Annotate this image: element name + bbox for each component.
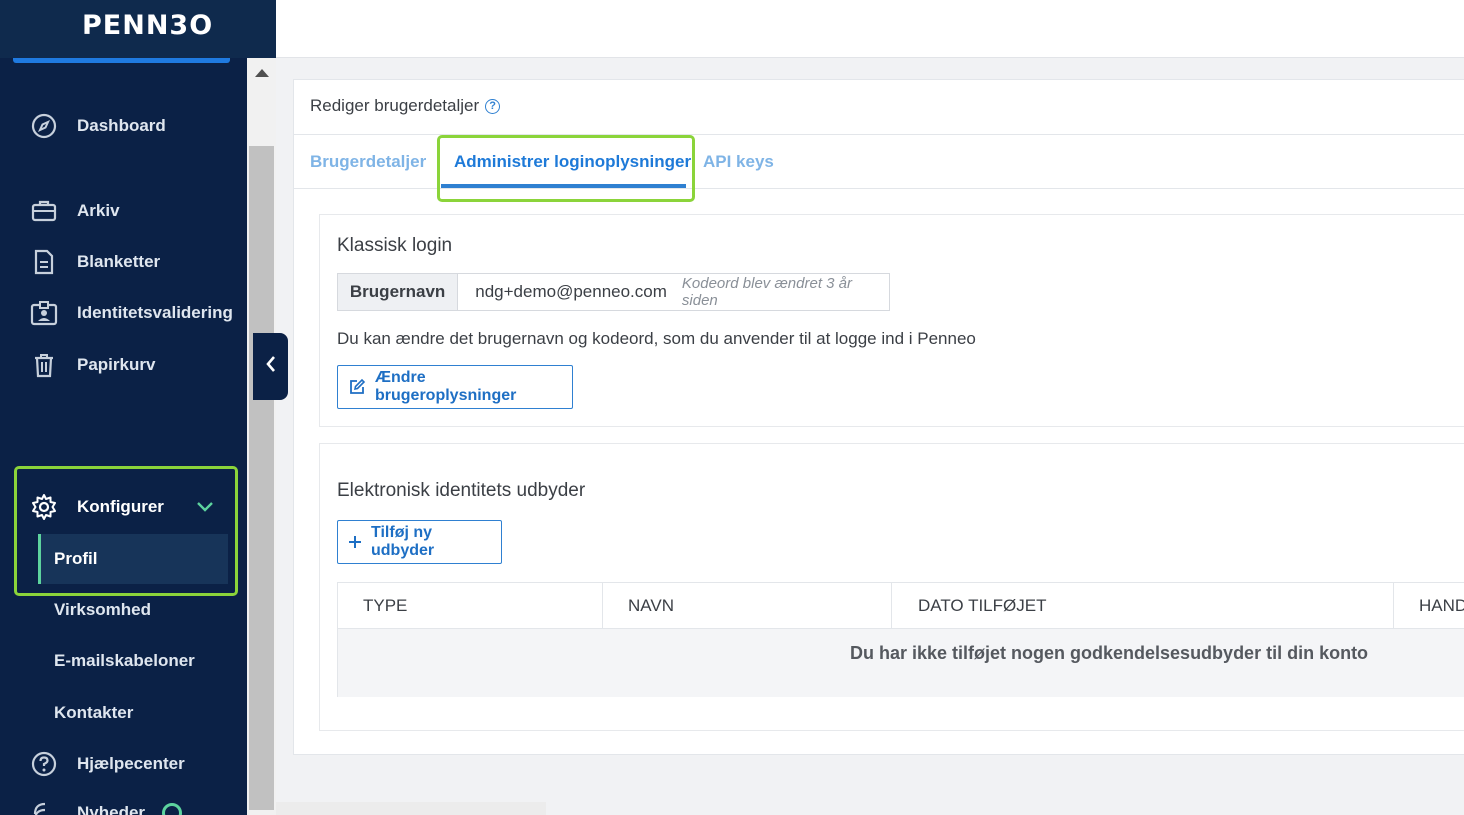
column-divider bbox=[1393, 583, 1394, 629]
tab-brugerdetaljer[interactable]: Brugerdetaljer bbox=[310, 152, 426, 172]
sidebar-subitem-label: E-mailskabeloner bbox=[54, 651, 195, 670]
column-divider bbox=[602, 583, 603, 629]
notification-dot-icon bbox=[162, 803, 182, 815]
password-changed-hint: Kodeord blev ændret 3 år siden bbox=[681, 275, 852, 309]
column-header-navn[interactable]: NAVN bbox=[628, 583, 674, 629]
sidebar-item-label: Dashboard bbox=[77, 116, 166, 135]
eid-provider-panel: Elektronisk identitets udbyder Tilføj ny… bbox=[319, 443, 1464, 731]
sidebar-item-blanketter[interactable]: Blanketter bbox=[0, 242, 247, 282]
logo-bar: PENN3O bbox=[0, 0, 276, 58]
sidebar-item-label: Blanketter bbox=[77, 252, 161, 271]
sidebar-subitem-label: Kontakter bbox=[54, 703, 134, 722]
tab-api-keys[interactable]: API keys bbox=[703, 152, 774, 172]
user-details-card: Rediger brugerdetaljer ? Brugerdetaljer … bbox=[293, 79, 1464, 755]
sidebar-item-dashboard[interactable]: Dashboard bbox=[0, 106, 247, 146]
sidebar-subitem-emailskabeloner[interactable]: E-mailskabeloner bbox=[38, 636, 228, 686]
username-value: ndg+demo@penneo.com bbox=[475, 282, 667, 301]
broadcast-icon bbox=[30, 799, 58, 815]
eid-provider-title: Elektronisk identitets udbyder bbox=[337, 480, 586, 501]
logo: PENN3O bbox=[82, 10, 214, 41]
sidebar: Dashboard Arkiv Blanketter Identitetsval… bbox=[0, 0, 247, 815]
horizontal-scrollbar[interactable] bbox=[276, 802, 546, 815]
add-provider-label: Tilføj ny udbyder bbox=[371, 524, 435, 559]
sidebar-item-label: Nyheder bbox=[77, 803, 146, 815]
table-body: Du har ikke tilføjet nogen godkendelsesu… bbox=[338, 629, 1464, 697]
sidebar-item-label: Hjælpecenter bbox=[77, 754, 185, 773]
empty-state-message: Du har ikke tilføjet nogen godkendelsesu… bbox=[850, 643, 1369, 663]
sidebar-item-label: Arkiv bbox=[77, 201, 120, 220]
compass-icon bbox=[30, 112, 58, 140]
chevron-left-icon bbox=[265, 355, 277, 378]
provider-table: TYPE NAVN DATO TILFØJET HAND Du har ikke… bbox=[337, 582, 1464, 697]
column-divider bbox=[891, 583, 892, 629]
sidebar-item-label: Papirkurv bbox=[77, 355, 156, 374]
document-icon bbox=[30, 248, 58, 276]
briefcase-icon bbox=[30, 197, 58, 225]
edit-icon bbox=[348, 378, 366, 396]
id-badge-icon bbox=[30, 299, 58, 327]
classic-login-panel: Klassisk login Brugernavn ndg+demo@penne… bbox=[319, 214, 1464, 427]
sidebar-item-nyheder[interactable]: Nyheder bbox=[0, 795, 247, 815]
page-title-text: Rediger brugerdetaljer bbox=[310, 96, 480, 115]
top-header bbox=[276, 0, 1464, 58]
logo-underline bbox=[13, 58, 230, 63]
sidebar-item-label: Identitetsvalidering bbox=[77, 303, 233, 322]
sidebar-item-arkiv[interactable]: Arkiv bbox=[0, 191, 247, 231]
table-header: TYPE NAVN DATO TILFØJET HAND bbox=[338, 583, 1464, 629]
page-title: Rediger brugerdetaljer ? bbox=[310, 96, 501, 116]
column-header-type[interactable]: TYPE bbox=[363, 583, 407, 629]
edit-user-info-label: Ændre brugeroplysninger bbox=[375, 369, 517, 404]
sidebar-item-identitetsvalidering[interactable]: Identitetsvalidering bbox=[0, 293, 247, 333]
sidebar-subitem-kontakter[interactable]: Kontakter bbox=[38, 688, 228, 738]
help-icon[interactable]: ? bbox=[485, 98, 501, 114]
username-field: Brugernavn ndg+demo@penneo.com Kodeord b… bbox=[337, 273, 890, 311]
highlight-frame bbox=[437, 135, 695, 202]
classic-login-description: Du kan ændre det brugernavn og kodeord, … bbox=[337, 329, 976, 348]
column-header-handling[interactable]: HAND bbox=[1419, 583, 1464, 629]
add-provider-button[interactable]: Tilføj ny udbyder bbox=[337, 520, 502, 564]
sidebar-item-hjaelpecenter[interactable]: Hjælpecenter bbox=[0, 744, 247, 784]
sidebar-subitem-label: Virksomhed bbox=[54, 600, 152, 619]
sidebar-scrollbar-thumb[interactable] bbox=[249, 146, 274, 810]
help-circle-icon bbox=[30, 750, 58, 778]
classic-login-title: Klassisk login bbox=[337, 235, 453, 256]
trash-icon bbox=[30, 351, 58, 379]
collapse-sidebar-button[interactable] bbox=[253, 333, 288, 400]
plus-icon bbox=[348, 535, 362, 549]
scroll-up-arrow-icon[interactable] bbox=[255, 69, 269, 77]
username-label: Brugernavn bbox=[338, 274, 459, 310]
column-header-dato[interactable]: DATO TILFØJET bbox=[918, 583, 1046, 629]
highlight-frame bbox=[14, 466, 238, 596]
edit-user-info-button[interactable]: Ændre brugeroplysninger bbox=[337, 365, 573, 409]
sidebar-item-papirkurv[interactable]: Papirkurv bbox=[0, 345, 247, 385]
